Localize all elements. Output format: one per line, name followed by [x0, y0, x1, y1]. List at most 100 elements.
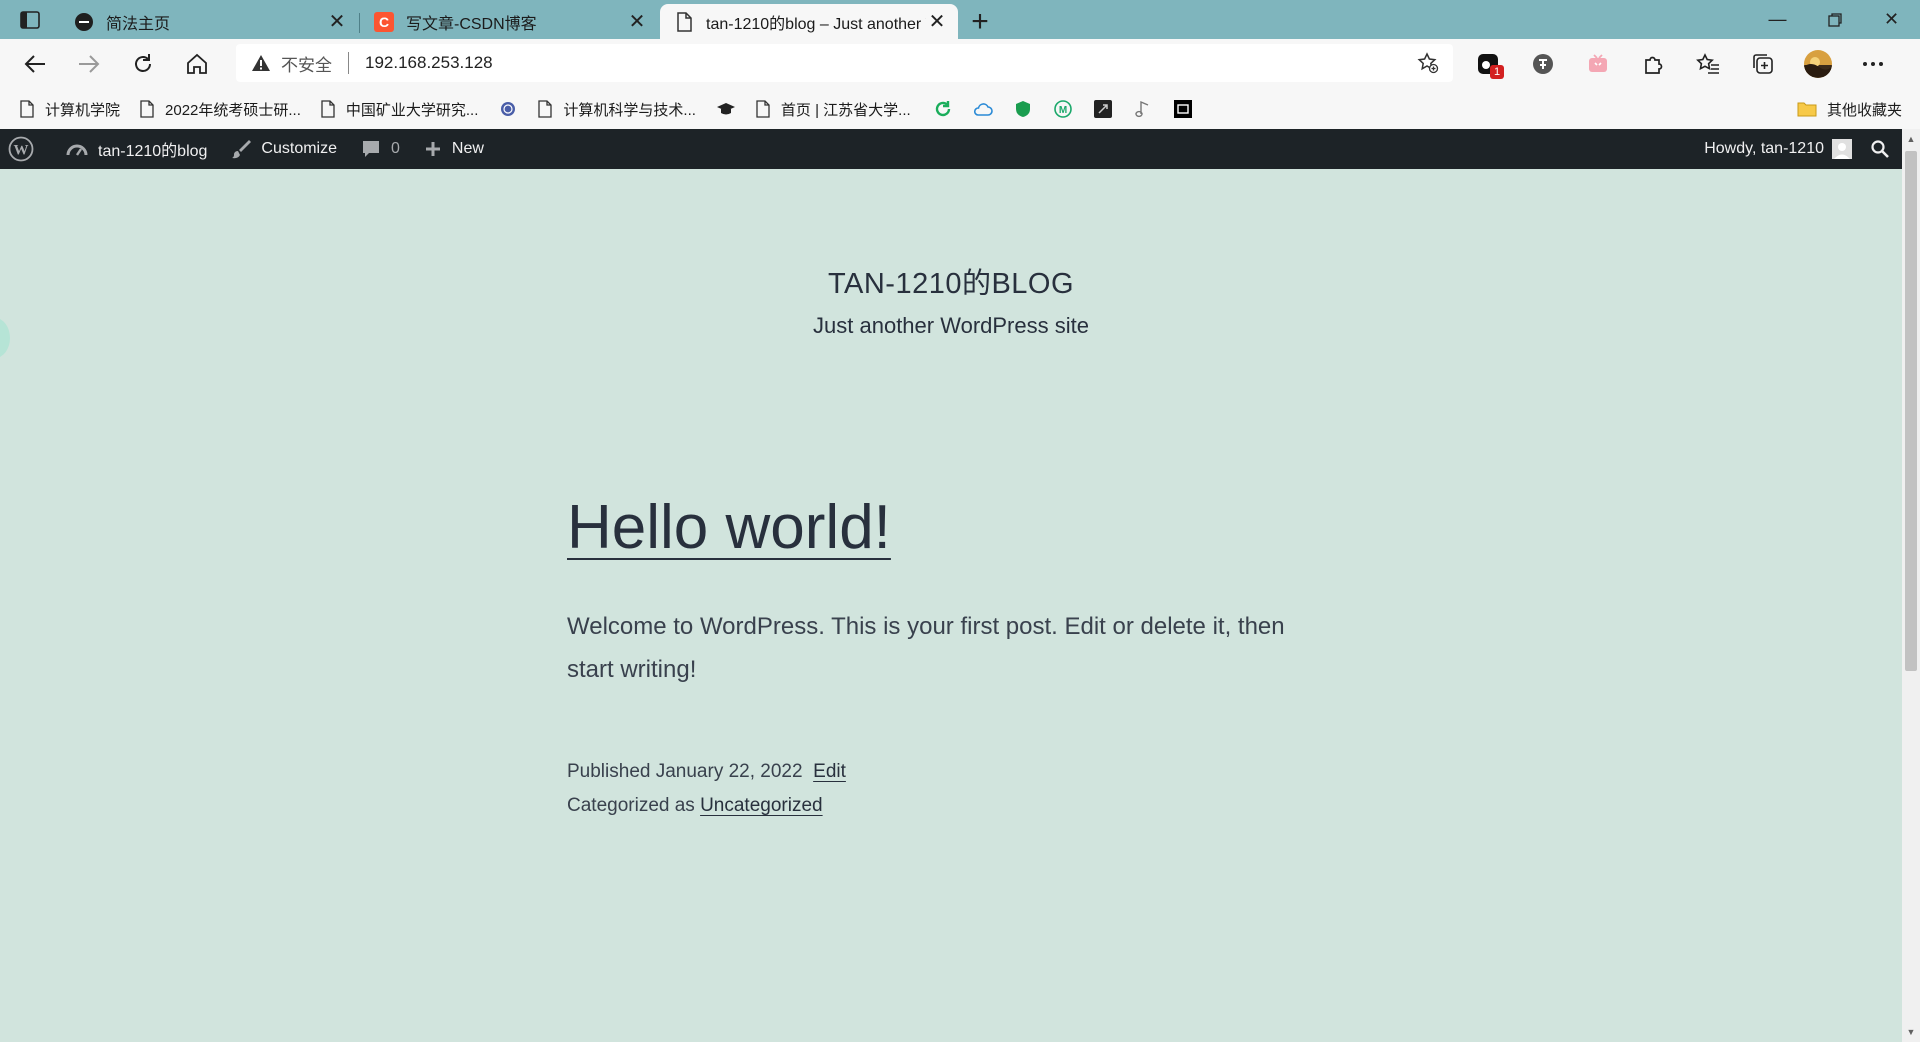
svg-text:W: W	[14, 143, 29, 159]
address-bar[interactable]: 不安全 192.168.253.128	[236, 44, 1453, 82]
site-header: TAN-1210的BLOG Just another WordPress sit…	[0, 260, 1902, 339]
forward-button[interactable]	[62, 44, 116, 84]
other-favorites-label: 其他收藏夹	[1826, 101, 1902, 119]
admin-search-button[interactable]	[1862, 129, 1902, 169]
extensions-menu-button[interactable]	[1625, 44, 1680, 84]
bookmark-university-logo-icon[interactable]	[498, 99, 518, 119]
bookmark-item[interactable]: 中国矿业大学研究...	[321, 99, 478, 120]
collections-icon	[1752, 54, 1773, 74]
customize-label: Customize	[261, 140, 337, 157]
scrollbar-thumb[interactable]	[1905, 151, 1917, 671]
other-favorites-folder[interactable]: 其他收藏夹	[1797, 99, 1902, 120]
window-controls: — ✕	[1749, 0, 1920, 39]
tab-csdn[interactable]: C 写文章-CSDN博客 ✕	[360, 4, 658, 39]
tab-jianfa[interactable]: 简法主页 ✕	[60, 4, 360, 39]
security-label[interactable]: 不安全	[281, 51, 332, 76]
tab-actions-button[interactable]	[0, 0, 60, 39]
category-link[interactable]: Uncategorized	[700, 795, 823, 816]
bookmark-m-icon[interactable]: M	[1053, 99, 1073, 119]
folder-icon	[1797, 102, 1817, 117]
settings-more-button[interactable]	[1845, 44, 1900, 84]
navigation-bar: 不安全 192.168.253.128 1	[0, 39, 1920, 89]
scroll-down-arrow-icon[interactable]: ▼	[1902, 1024, 1920, 1040]
restore-button[interactable]	[1806, 0, 1863, 39]
home-button[interactable]	[170, 44, 224, 84]
bookmark-item[interactable]: 首页 | 江苏省大学...	[756, 99, 911, 120]
bookmark-item[interactable]: 2022年统考硕士研...	[140, 99, 301, 120]
comment-bubble-icon	[363, 141, 379, 157]
published-line: Published January 22, 2022 Edit	[567, 755, 846, 789]
page-icon	[20, 100, 34, 118]
wordpress-logo-icon: W	[8, 136, 34, 162]
page-icon	[321, 100, 335, 118]
published-label: Published	[567, 761, 651, 782]
tab-wordpress[interactable]: tan-1210的blog – Just another W ✕	[660, 4, 958, 39]
wp-logo-button[interactable]: W	[0, 129, 54, 169]
bookmark-label: 2022年统考硕士研...	[165, 101, 301, 119]
svg-text:M: M	[1059, 105, 1067, 116]
refresh-icon	[135, 54, 151, 72]
url-text[interactable]: 192.168.253.128	[365, 53, 493, 73]
howdy-text: Howdy, tan-1210	[1704, 140, 1824, 157]
jianfa-favicon-icon	[74, 12, 94, 32]
page-icon	[538, 100, 553, 118]
my-account-link[interactable]: Howdy, tan-1210	[1692, 129, 1862, 169]
bilibili-extension-button[interactable]	[1570, 44, 1625, 84]
add-favorite-icon[interactable]	[1417, 52, 1439, 79]
warning-icon[interactable]	[251, 54, 271, 72]
bookmark-black-app-icon[interactable]	[1173, 99, 1193, 119]
close-window-button[interactable]: ✕	[1863, 0, 1920, 39]
bookmark-label: 首页 | 江苏省大学...	[780, 101, 911, 119]
puzzle-icon	[1644, 56, 1662, 74]
tab-strip: 简法主页 ✕ C 写文章-CSDN博客 ✕ tan-1210的blog – Ju…	[0, 0, 1920, 39]
collections-button[interactable]	[1735, 44, 1790, 84]
tab-close-icon[interactable]: ✕	[626, 11, 648, 33]
tab-title: 写文章-CSDN博客	[406, 15, 537, 33]
profile-button[interactable]	[1790, 44, 1845, 84]
new-tab-button[interactable]: +	[960, 4, 1000, 39]
page-favicon-icon	[674, 11, 694, 32]
admin-site-name-link[interactable]: tan-1210的blog	[54, 129, 219, 169]
admin-site-name: tan-1210的blog	[98, 143, 208, 160]
user-avatar-icon	[1832, 139, 1852, 159]
scroll-up-arrow-icon[interactable]: ▲	[1902, 131, 1920, 147]
tab-close-icon[interactable]: ✕	[926, 11, 948, 33]
extension-button[interactable]: 1	[1460, 44, 1515, 84]
bookmark-label: 计算机学院	[45, 101, 121, 119]
bookmark-item[interactable]: 计算机科学与技术...	[538, 99, 696, 120]
bookmark-item[interactable]: 计算机学院	[20, 99, 120, 120]
bookmark-shield-icon[interactable]	[1013, 99, 1033, 119]
svg-text:C: C	[379, 14, 389, 30]
bookmark-label: 计算机科学与技术...	[563, 101, 696, 119]
minimize-button[interactable]: —	[1749, 0, 1806, 39]
page-icon	[756, 100, 770, 118]
translate-extension-button[interactable]	[1515, 44, 1570, 84]
home-icon	[187, 53, 207, 74]
search-icon	[1871, 140, 1889, 158]
bookmark-refresh-green-icon[interactable]	[933, 99, 953, 119]
favorites-list-icon	[1695, 53, 1719, 74]
translate-extension-icon	[1532, 54, 1553, 74]
bookmark-cloud-icon[interactable]	[973, 99, 993, 119]
tab-close-icon[interactable]: ✕	[326, 11, 348, 33]
site-description: Just another WordPress site	[813, 313, 1089, 338]
post-content: Welcome to WordPress. This is your first…	[567, 613, 1285, 683]
new-label: New	[451, 140, 484, 157]
dashboard-gauge-icon	[66, 144, 88, 156]
bookmark-music-note-icon[interactable]	[1133, 99, 1153, 119]
favorites-button[interactable]	[1680, 44, 1735, 84]
post-title-link[interactable]: Hello world!	[567, 492, 891, 563]
bookmark-dark-app-icon[interactable]	[1093, 99, 1113, 119]
new-content-link[interactable]: New	[412, 129, 496, 169]
page-scrollbar[interactable]: ▲ ▼	[1902, 129, 1920, 1042]
refresh-button[interactable]	[116, 44, 170, 84]
bookmark-graduation-cap-icon[interactable]	[716, 99, 736, 119]
comments-link[interactable]: 0	[349, 129, 412, 169]
customize-link[interactable]: Customize	[219, 129, 349, 169]
edit-post-link[interactable]: Edit	[813, 761, 846, 782]
profile-avatar	[1803, 50, 1832, 78]
back-button[interactable]	[8, 44, 62, 84]
site-title[interactable]: TAN-1210的BLOG	[828, 260, 1074, 302]
tab-title: 简法主页	[106, 15, 171, 33]
page-icon	[140, 100, 154, 118]
